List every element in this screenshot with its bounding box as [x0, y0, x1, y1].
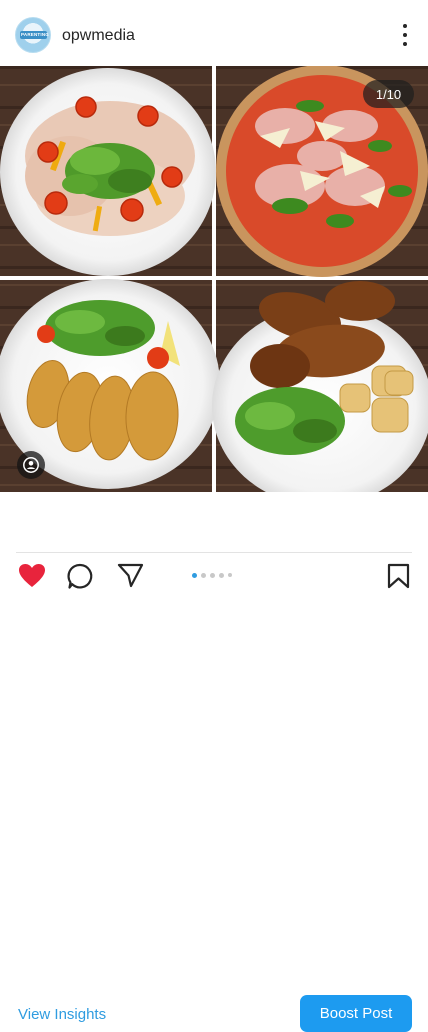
username[interactable]: opwmedia [62, 27, 135, 45]
carousel-dot-active [192, 572, 197, 578]
carousel-dot [219, 572, 224, 578]
boost-post-button[interactable]: Boost Post [300, 995, 412, 1032]
more-options-icon[interactable] [398, 24, 412, 46]
view-insights-link[interactable]: View Insights [18, 1006, 106, 1023]
comment-icon[interactable] [67, 563, 94, 590]
carpaccio-photo [0, 68, 216, 276]
carousel-dot [228, 573, 232, 577]
carousel-dot [210, 572, 215, 578]
post-header: PARENTING opwmedia [0, 0, 428, 66]
share-icon[interactable] [117, 563, 144, 588]
avatar-logo-text: PARENTING [21, 32, 49, 37]
carousel-counter: 1/10 [363, 80, 414, 108]
avatar[interactable]: PARENTING [15, 17, 51, 53]
post-image[interactable] [0, 66, 428, 492]
carousel-dot [201, 572, 206, 578]
food-collage-image [0, 66, 428, 492]
heart-icon[interactable] [18, 563, 46, 589]
insights-row: View Insights Boost Post [0, 492, 428, 1032]
carousel-indicator [192, 572, 232, 578]
user-tag-icon[interactable] [17, 451, 45, 479]
bookmark-icon[interactable] [387, 563, 410, 589]
divider [16, 552, 412, 553]
